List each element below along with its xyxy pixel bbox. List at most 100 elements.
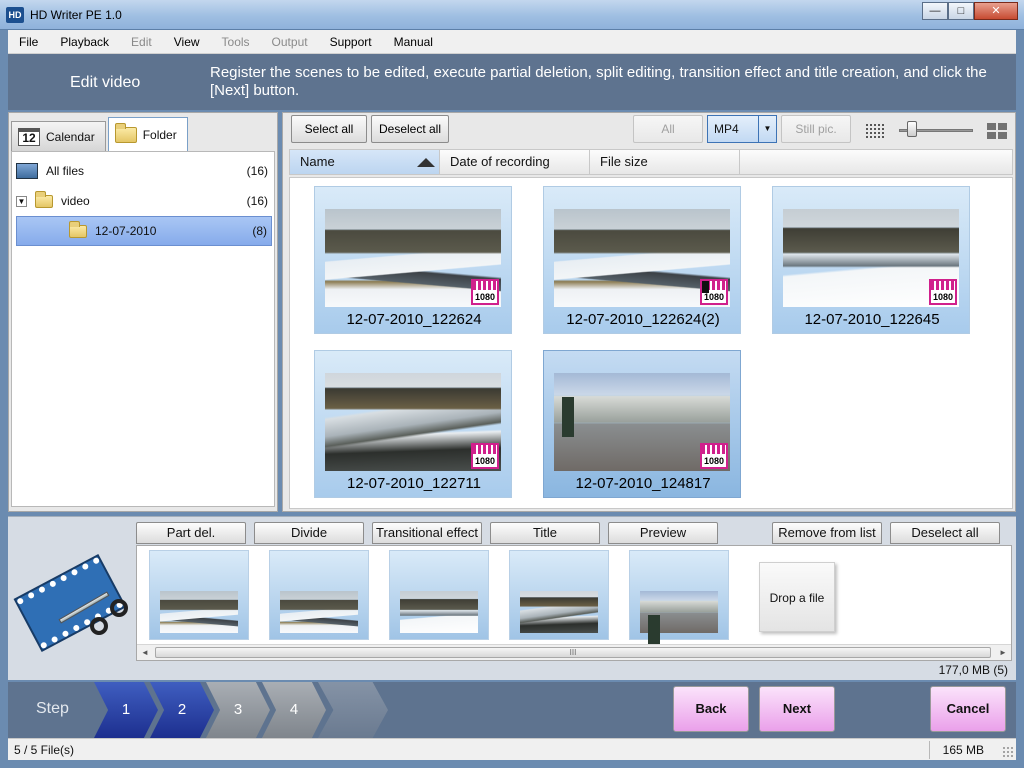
transitional-effect-button[interactable]: Transitional effect xyxy=(372,522,482,544)
column-size[interactable]: File size xyxy=(590,150,740,174)
deselect-all-button[interactable]: Deselect all xyxy=(371,115,449,143)
hd-1080-badge: 1080 xyxy=(700,443,728,469)
scene-frame-image xyxy=(280,591,358,633)
film-scissors-icon xyxy=(16,556,134,657)
video-frame-image: 1080 xyxy=(554,373,730,471)
scene-frame-image xyxy=(160,591,238,633)
file-thumbnail[interactable]: 1080 12-07-2010_124817 xyxy=(543,350,741,498)
edit-panel: Part del. Divide Transitional effect Tit… xyxy=(8,516,1016,680)
tab-calendar-label: Calendar xyxy=(46,129,95,144)
scene-thumbnail[interactable] xyxy=(509,550,609,640)
tree-item-label: video xyxy=(61,194,90,208)
file-thumbnail[interactable]: 1080 12-07-2010_122624 xyxy=(314,186,512,334)
small-thumbnails-icon[interactable] xyxy=(865,123,885,139)
back-button[interactable]: Back xyxy=(673,686,749,732)
calendar-icon: 12 xyxy=(18,127,40,146)
tree-item-label: All files xyxy=(46,164,85,178)
folder-panel: 12 Calendar Folder All files (16) ▼ vide… xyxy=(8,112,278,512)
scroll-right-icon[interactable]: ► xyxy=(995,645,1011,660)
step-bar: Step 1 2 3 4 Back Next Cancel xyxy=(8,682,1016,738)
tab-calendar[interactable]: 12 Calendar xyxy=(11,121,106,151)
menu-view[interactable]: View xyxy=(163,35,211,49)
scroll-left-icon[interactable]: ◄ xyxy=(137,645,153,660)
column-name[interactable]: Name xyxy=(290,150,440,174)
preview-button[interactable]: Preview xyxy=(608,522,718,544)
resize-grip-icon[interactable] xyxy=(1002,746,1014,758)
tree-item-video[interactable]: ▼ video (16) xyxy=(16,186,272,216)
scene-strip-scrollbar[interactable]: ◄ III ► xyxy=(137,644,1011,660)
thumbnail-size-slider-thumb[interactable] xyxy=(907,121,918,137)
title-bar: HD HD Writer PE 1.0 — □ ✕ xyxy=(0,0,1024,30)
all-files-icon xyxy=(16,163,38,179)
remove-from-list-button[interactable]: Remove from list xyxy=(772,522,882,544)
menu-bar: File Playback Edit View Tools Output Sup… xyxy=(8,30,1016,54)
drop-file-target[interactable]: Drop a file xyxy=(759,562,835,632)
file-name: 12-07-2010_122645 xyxy=(804,311,940,328)
sort-ascending-icon xyxy=(417,158,435,167)
tree-item-count: (16) xyxy=(246,164,268,178)
divide-button[interactable]: Divide xyxy=(254,522,364,544)
menu-manual[interactable]: Manual xyxy=(383,35,444,49)
menu-support[interactable]: Support xyxy=(319,35,383,49)
scene-frame-image xyxy=(400,591,478,633)
scissors-handle-shape xyxy=(110,599,128,617)
page-title: Edit video xyxy=(70,74,141,91)
folder-tree: All files (16) ▼ video (16) 12-07-2010 (… xyxy=(11,151,275,507)
file-thumbnail[interactable]: 1080 12-07-2010_122711 xyxy=(314,350,512,498)
hd-1080-badge: 1080 xyxy=(471,279,499,305)
cancel-button[interactable]: Cancel xyxy=(930,686,1006,732)
maximize-button[interactable]: □ xyxy=(948,2,974,20)
collapse-toggle-icon[interactable]: ▼ xyxy=(16,195,27,207)
tab-folder[interactable]: Folder xyxy=(107,117,188,151)
window-title: HD Writer PE 1.0 xyxy=(30,8,122,22)
file-thumbnail[interactable]: 1080 12-07-2010_122645 xyxy=(772,186,970,334)
select-all-button[interactable]: Select all xyxy=(291,115,367,143)
folder-icon xyxy=(35,190,53,208)
still-pic-button[interactable]: Still pic. xyxy=(781,115,851,143)
hd-1080-badge: 1080 xyxy=(929,279,957,305)
part-delete-button[interactable]: Part del. xyxy=(136,522,246,544)
close-button[interactable]: ✕ xyxy=(974,2,1018,20)
status-bar: 5 / 5 File(s) 165 MB xyxy=(8,738,1016,760)
video-frame-image: 1080 xyxy=(554,209,730,307)
scene-thumbnail[interactable] xyxy=(149,550,249,640)
menu-edit[interactable]: Edit xyxy=(120,35,163,49)
menu-file[interactable]: File xyxy=(8,35,49,49)
filter-all-button[interactable]: All xyxy=(633,115,703,143)
step-label: Step xyxy=(36,700,69,717)
file-thumbnail[interactable]: 1080 12-07-2010_122624(2) xyxy=(543,186,741,334)
menu-playback[interactable]: Playback xyxy=(49,35,120,49)
scene-thumbnail[interactable] xyxy=(389,550,489,640)
window-controls: — □ ✕ xyxy=(922,2,1018,20)
folder-icon xyxy=(69,220,87,238)
tree-item-label: 12-07-2010 xyxy=(95,224,157,238)
large-thumbnails-icon[interactable] xyxy=(987,123,1007,139)
file-name: 12-07-2010_122624(2) xyxy=(566,311,720,328)
title-button[interactable]: Title xyxy=(490,522,600,544)
scissors-handle-shape xyxy=(90,617,108,635)
file-list-header: Name Date of recording File size xyxy=(289,149,1013,175)
page-header: Edit video Register the scenes to be edi… xyxy=(8,54,1016,110)
deselect-all-scenes-button[interactable]: Deselect all xyxy=(890,522,1000,544)
scene-frame-image xyxy=(520,591,598,633)
page-instructions: Register the scenes to be edited, execut… xyxy=(210,64,987,99)
chevron-down-icon[interactable]: ▼ xyxy=(758,116,776,142)
menu-output[interactable]: Output xyxy=(261,35,319,49)
tree-item-12-07-2010[interactable]: 12-07-2010 (8) xyxy=(16,216,272,246)
scene-frame-image xyxy=(640,591,718,655)
app-icon: HD xyxy=(6,7,24,23)
menu-tools[interactable]: Tools xyxy=(211,35,261,49)
tree-item-count: (8) xyxy=(252,224,267,238)
scrollbar-thumb[interactable]: III xyxy=(155,647,991,658)
hd-1080-badge: 1080 xyxy=(471,443,499,469)
file-name: 12-07-2010_122711 xyxy=(346,475,481,492)
file-name: 12-07-2010_124817 xyxy=(575,475,711,492)
tree-item-all-files[interactable]: All files (16) xyxy=(16,156,272,186)
format-select[interactable]: MP4 ▼ xyxy=(707,115,777,143)
minimize-button[interactable]: — xyxy=(922,2,948,20)
scene-thumbnail[interactable] xyxy=(629,550,729,655)
scene-thumbnail[interactable] xyxy=(269,550,369,640)
next-button[interactable]: Next xyxy=(759,686,835,732)
column-date[interactable]: Date of recording xyxy=(440,150,590,174)
step-1: 1 xyxy=(94,682,158,738)
